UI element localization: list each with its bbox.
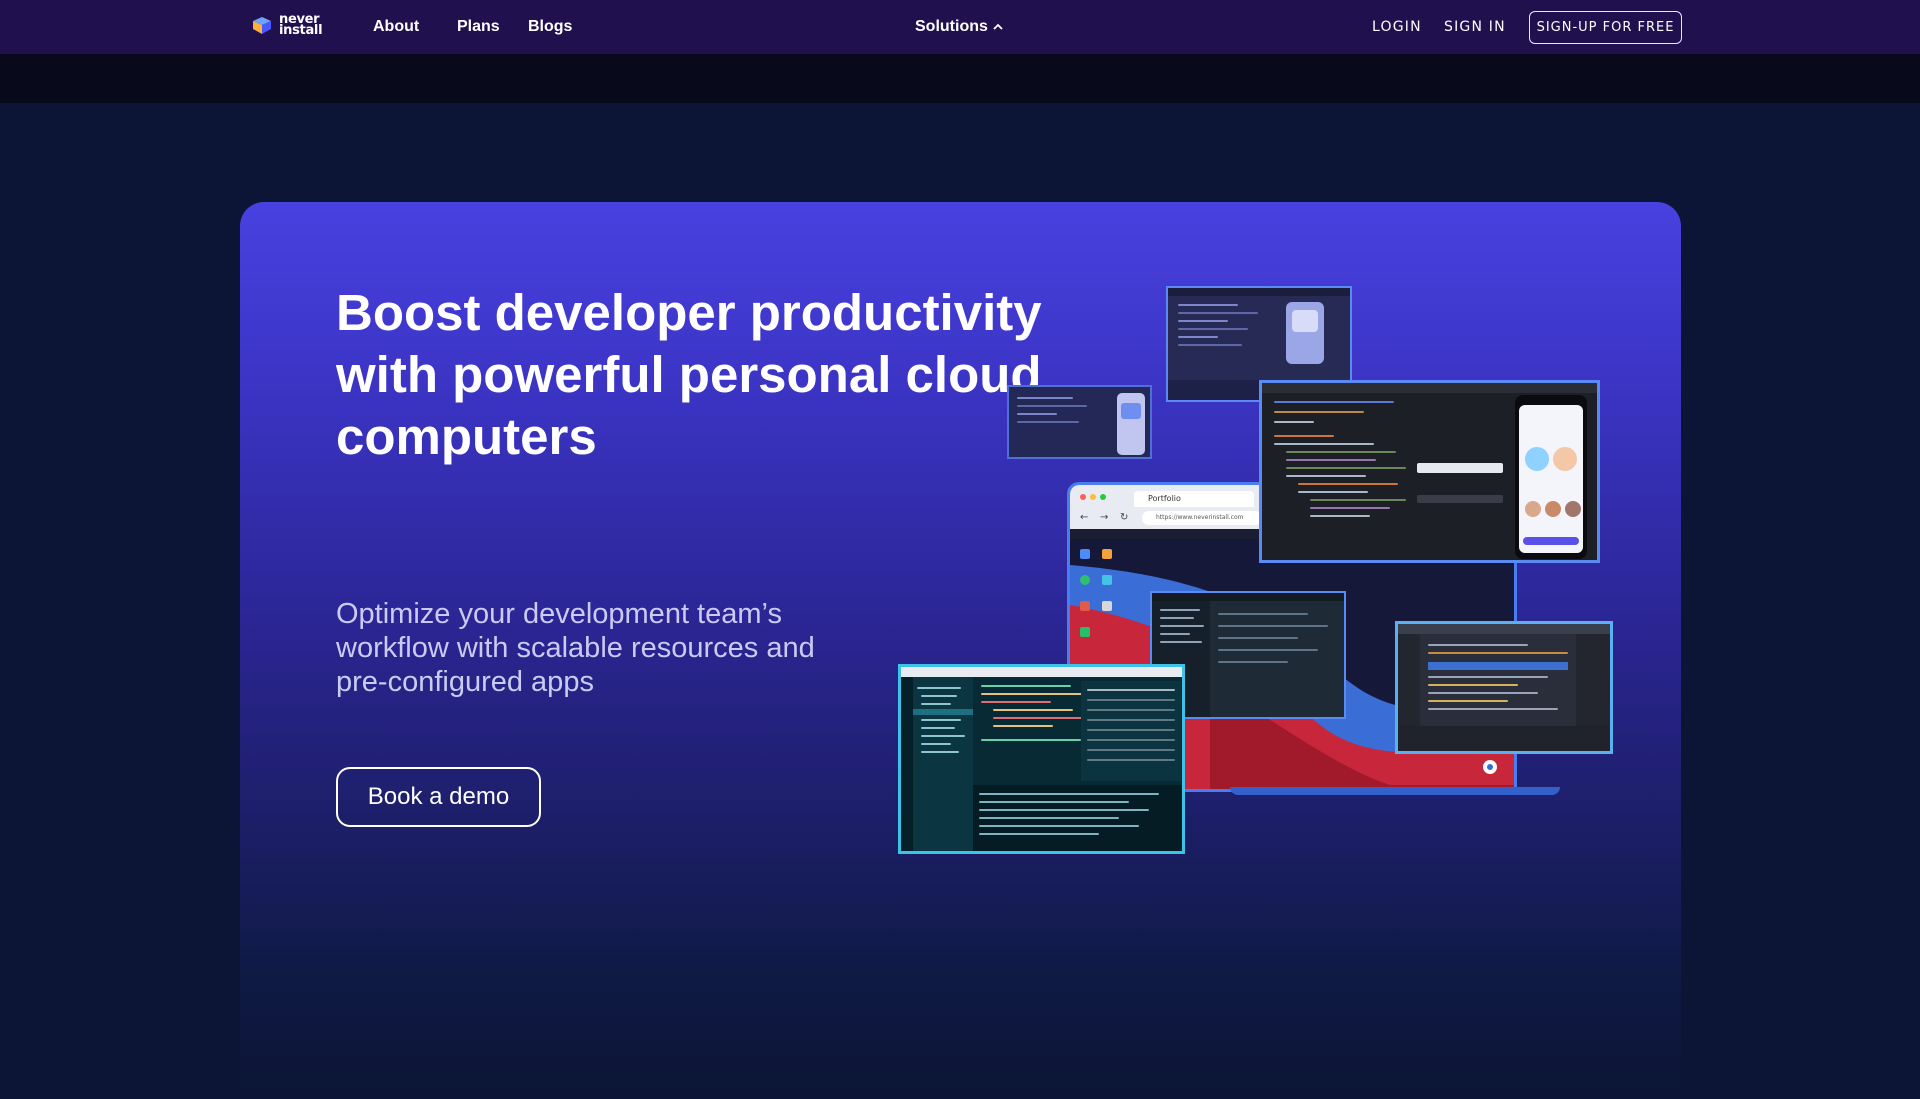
screenshot-window-eclipse [1395, 621, 1613, 754]
nav-blogs-link[interactable]: Blogs [528, 18, 572, 36]
sign-in-link[interactable]: SIGN IN [1444, 19, 1506, 35]
laptop-base [1230, 787, 1560, 795]
reload-icon[interactable]: ↻ [1120, 512, 1128, 523]
hero-subtitle: Optimize your development team’s workflo… [336, 598, 815, 698]
browser-url-field[interactable]: https://www.neverinstall.com [1142, 511, 1262, 525]
hero-card: Boost developer productivity with powerf… [240, 202, 1681, 1099]
screenshot-window-left [1007, 385, 1152, 459]
desktop-app-icon [1102, 575, 1112, 585]
hero-title: Boost developer productivity with powerf… [336, 284, 1042, 465]
book-demo-button[interactable]: Book a demo [336, 767, 541, 827]
screenshot-window-vscode [898, 664, 1185, 854]
browser-tab[interactable]: Portfolio [1134, 491, 1254, 507]
browser-url-text: https://www.neverinstall.com [1156, 514, 1244, 521]
logo-wordmark: never install [279, 12, 323, 38]
brand-logo[interactable]: never install [251, 12, 323, 38]
back-icon[interactable]: ← [1080, 512, 1088, 523]
chrome-icon [1483, 760, 1497, 774]
desktop-app-icon [1102, 549, 1112, 559]
desktop-app-icon [1080, 627, 1090, 637]
logo-icon [253, 17, 271, 34]
desktop-app-icon [1080, 549, 1090, 559]
top-navbar: never install About Plans Blogs Solution… [0, 0, 1920, 54]
nav-plans-link[interactable]: Plans [457, 18, 500, 36]
forward-icon[interactable]: → [1100, 512, 1108, 523]
desktop-app-icon [1080, 601, 1090, 611]
signup-button[interactable]: SIGN-UP FOR FREE [1529, 11, 1682, 44]
login-link[interactable]: LOGIN [1372, 19, 1422, 35]
desktop-app-icon [1080, 575, 1090, 585]
nav-about-link[interactable]: About [373, 18, 419, 36]
chevron-up-icon [993, 23, 1003, 30]
screenshot-window-android-studio [1259, 380, 1600, 563]
nav-sub-band [0, 54, 1920, 103]
desktop-app-icon [1102, 601, 1112, 611]
browser-tab-label: Portfolio [1148, 494, 1181, 503]
nav-solutions-dropdown[interactable]: Solutions [915, 18, 1004, 36]
nav-solutions-label: Solutions [915, 18, 988, 35]
